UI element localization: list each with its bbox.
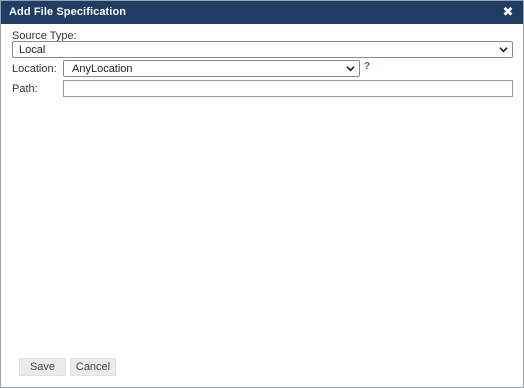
close-icon[interactable]: ✖ — [501, 4, 515, 20]
source-type-value: Local — [19, 44, 46, 56]
cancel-button[interactable]: Cancel — [70, 358, 116, 376]
save-button[interactable]: Save — [19, 358, 66, 376]
chevron-down-icon — [346, 66, 355, 72]
source-type-select[interactable]: Local — [12, 41, 513, 58]
location-select[interactable]: AnyLocation — [63, 60, 360, 77]
dialog-titlebar: Add File Specification ✖ — [1, 1, 523, 24]
location-value: AnyLocation — [72, 63, 133, 75]
path-label: Path: — [12, 83, 38, 95]
path-input[interactable] — [63, 80, 513, 97]
location-help-link[interactable]: ? — [364, 61, 370, 72]
location-label: Location: — [12, 63, 57, 75]
dialog-title: Add File Specification — [9, 6, 127, 18]
add-file-specification-dialog: Add File Specification ✖ Source Type: Lo… — [0, 0, 524, 388]
chevron-down-icon — [499, 47, 508, 53]
